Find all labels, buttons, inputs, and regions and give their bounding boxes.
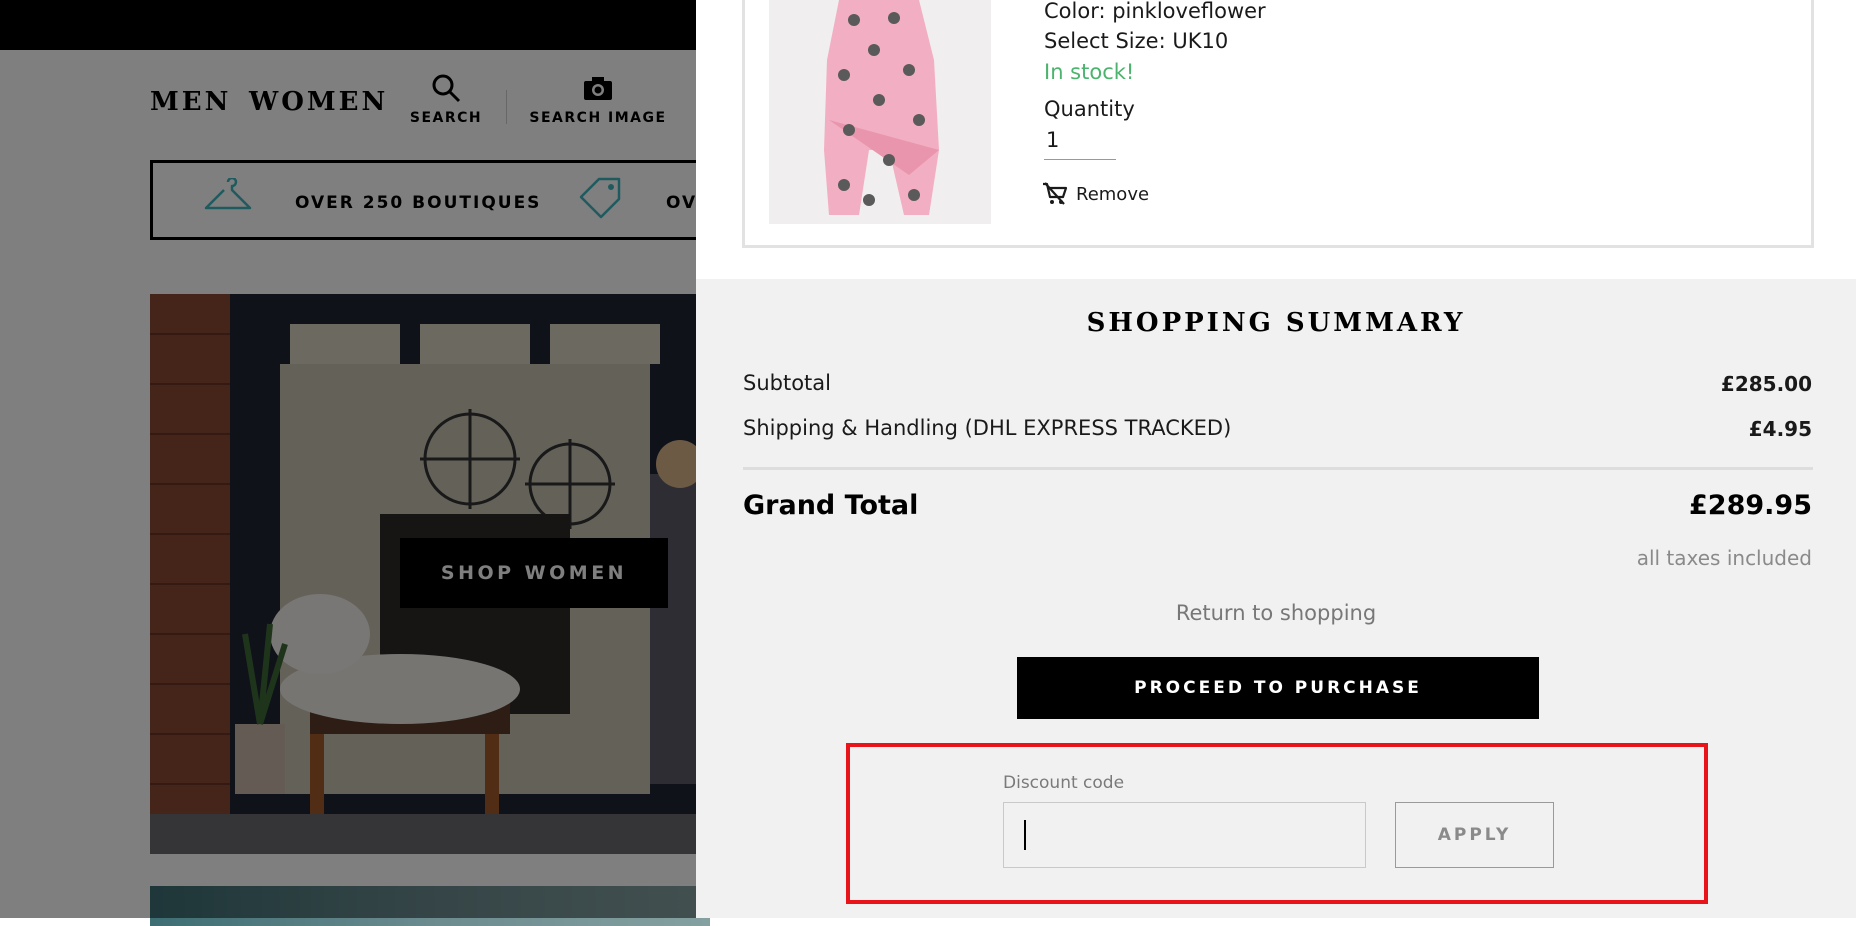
summary-divider [743,467,1813,470]
remove-cart-icon [1043,182,1068,205]
page-dim-overlay[interactable] [0,0,696,918]
product-illustration [769,0,991,224]
product-image[interactable] [769,0,991,224]
return-to-shopping-link[interactable]: Return to shopping [696,601,1856,625]
grand-total-label: Grand Total [743,490,919,521]
text-caret [1024,820,1026,850]
remove-label: Remove [1076,183,1150,205]
quantity-input[interactable]: 1 [1044,128,1116,160]
taxes-note: all taxes included [1636,546,1812,570]
remove-item-button[interactable]: Remove [1042,182,1149,206]
apply-discount-button[interactable]: APPLY [1395,802,1554,868]
subtotal-label: Subtotal [743,371,831,395]
shipping-label: Shipping & Handling (DHL EXPRESS TRACKED… [743,416,1232,440]
item-size: Select Size: UK10 [1044,29,1229,53]
stock-status: In stock! [1044,60,1135,84]
subtotal-value: £285.00 [1720,372,1812,396]
shipping-value: £4.95 [1748,417,1812,441]
summary-title: SHOPPING SUMMARY [1086,308,1466,338]
quantity-label: Quantity [1044,97,1135,121]
discount-code-input[interactable] [1003,802,1366,868]
item-color: Color: pinkloveflower [1044,0,1266,23]
discount-code-label: Discount code [1003,773,1125,793]
grand-total-value: £289.95 [1689,490,1812,521]
proceed-to-purchase-button[interactable]: PROCEED TO PURCHASE [1017,657,1539,719]
